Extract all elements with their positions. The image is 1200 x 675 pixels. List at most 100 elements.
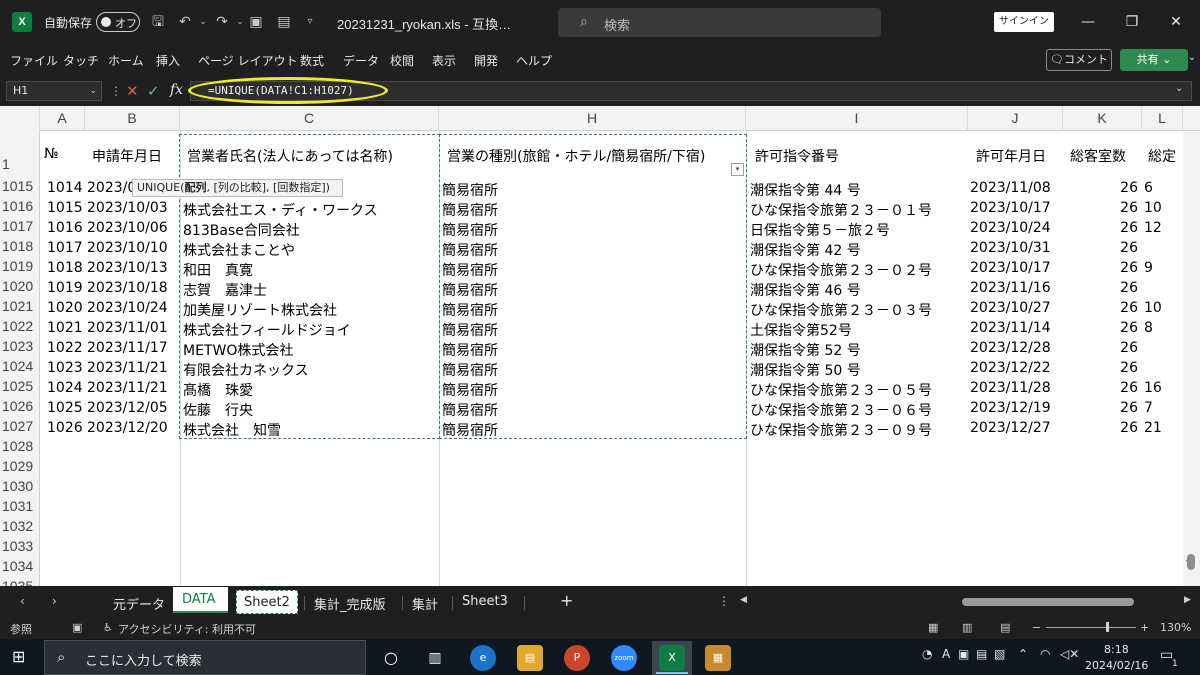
row-header[interactable]: 1032 (0, 518, 40, 534)
cell-application-date[interactable]: 2023/10/10 (87, 240, 168, 256)
close-icon[interactable]: ✕ (1164, 10, 1188, 34)
undo-icon[interactable]: ↶ (175, 12, 195, 32)
cell-permit-date[interactable]: 2023/10/27 (970, 300, 1051, 316)
cell-total-rooms[interactable]: 26 (1100, 260, 1138, 276)
cell-permit-number[interactable]: 潮保指令第 52 号 (750, 340, 861, 360)
cell-application-date[interactable]: 2023/11/21 (87, 380, 168, 396)
tab-review[interactable]: 校閲 (390, 52, 414, 69)
next-sheet-icon[interactable]: › (52, 594, 57, 608)
select-all-corner[interactable] (0, 106, 40, 131)
horizontal-scroll-thumb[interactable] (962, 598, 1134, 606)
cell-operator-name[interactable]: METWO株式会社 (183, 340, 293, 360)
cell-application-date[interactable]: 2023/0 (87, 180, 136, 196)
cell-permit-number[interactable]: ひな保指令旅第２３－０２号 (750, 260, 932, 280)
cell-permit-number[interactable]: ひな保指令旅第２３－０５号 (750, 380, 932, 400)
undo-dropdown-icon[interactable]: ⌄ (193, 12, 213, 32)
zoom-out-icon[interactable]: − (1032, 621, 1041, 634)
cell-total-rooms[interactable]: 26 (1100, 240, 1138, 256)
signin-button[interactable]: サインイン (994, 12, 1054, 32)
cell-operator-name[interactable]: 和田 真寛 (183, 260, 253, 280)
cell-no[interactable]: 1025 (47, 400, 83, 416)
row-header[interactable]: 1023 (0, 338, 40, 354)
format-painter-icon[interactable]: ▤ (274, 12, 294, 32)
row-header[interactable]: 1035 (0, 578, 40, 586)
row-header-1[interactable]: 1 (0, 156, 40, 172)
page-layout-view-icon[interactable]: ▥ (962, 621, 972, 634)
sheet-tab-summary-final[interactable]: 集計_完成版 (314, 594, 386, 613)
cell-business-type[interactable]: 簡易宿所 (442, 220, 498, 240)
cell-permit-number[interactable]: 潮保指令第 46 号 (750, 280, 861, 300)
cell-total-rooms[interactable]: 26 (1100, 340, 1138, 356)
row-header[interactable]: 1016 (0, 198, 40, 214)
cell-operator-name[interactable]: 有限会社カネックス (183, 360, 309, 380)
ribbon-collapse-icon[interactable]: ⌄ (1180, 46, 1200, 70)
enter-icon[interactable]: ✓ (147, 82, 160, 100)
column-header-h[interactable]: H (439, 106, 746, 131)
cell-business-type[interactable]: 簡易宿所 (442, 360, 498, 380)
tab-insert[interactable]: 挿入 (156, 52, 180, 69)
more-options-icon[interactable]: ⋮ (110, 84, 122, 98)
row-header[interactable]: 1019 (0, 258, 40, 274)
cell-total-rooms[interactable]: 26 (1100, 220, 1138, 236)
sheet-tab-data[interactable]: DATA (173, 587, 228, 613)
cell-total-rooms[interactable]: 26 (1100, 400, 1138, 416)
cell-permit-date[interactable]: 2023/12/27 (970, 420, 1051, 436)
sheet-tab-sheet2[interactable]: Sheet2 (236, 590, 298, 614)
edge-icon[interactable]: e (470, 645, 496, 671)
header-permit-date[interactable]: 許可年月日 (976, 146, 1046, 166)
app-icon[interactable]: ▦ (705, 645, 731, 671)
cell-total-capacity[interactable]: 10 (1144, 200, 1162, 216)
header-total-capacity[interactable]: 総定 (1148, 146, 1176, 166)
column-header-j[interactable]: J (968, 106, 1063, 131)
tab-view[interactable]: 表示 (432, 52, 456, 69)
insert-function-icon[interactable]: fx (170, 82, 183, 98)
row-header[interactable]: 1028 (0, 438, 40, 454)
scroll-left-icon[interactable]: ◀ (740, 595, 747, 605)
cell-permit-number[interactable]: 日保指令第５－旅２号 (750, 220, 890, 240)
cell-no[interactable]: 1022 (47, 340, 83, 356)
cell-total-rooms[interactable]: 26 (1100, 300, 1138, 316)
speaker-icon[interactable]: ◁✕ (1060, 647, 1079, 661)
tray-font-icon[interactable]: A (942, 647, 950, 661)
autosave-toggle[interactable]: オフ (96, 12, 140, 32)
page-break-view-icon[interactable]: ▤ (1000, 621, 1010, 634)
accessibility-status[interactable]: アクセシビリティ: 利用不可 (118, 621, 256, 637)
cell-permit-number[interactable]: ひな保指令旅第２３－０９号 (750, 420, 932, 440)
cell-application-date[interactable]: 2023/11/01 (87, 320, 168, 336)
cell-business-type[interactable]: 簡易宿所 (442, 380, 498, 400)
cell-permit-date[interactable]: 2023/10/24 (970, 220, 1051, 236)
cell-operator-name[interactable]: 株式会社まことや (183, 240, 295, 260)
cell-permit-number[interactable]: 潮保指令第 42 号 (750, 240, 861, 260)
cell-permit-date[interactable]: 2023/10/31 (970, 240, 1051, 256)
cell-business-type[interactable]: 簡易宿所 (442, 240, 498, 260)
cell-no[interactable]: 1019 (47, 280, 83, 296)
prev-sheet-icon[interactable]: ‹ (20, 594, 25, 608)
cell-operator-name[interactable]: 髙橋 珠愛 (183, 380, 253, 400)
cell-permit-number[interactable]: 潮保指令第 50 号 (750, 360, 861, 380)
cell-application-date[interactable]: 2023/12/05 (87, 400, 168, 416)
row-header[interactable]: 1033 (0, 538, 40, 554)
cell-operator-name[interactable]: 加美屋リゾート株式会社 (183, 300, 337, 320)
cell-no[interactable]: 1014 (47, 180, 83, 196)
cell-permit-date[interactable]: 2023/11/28 (970, 380, 1051, 396)
zoom-slider[interactable] (1046, 627, 1136, 628)
name-box[interactable]: H1 ⌄ (6, 81, 102, 101)
cell-total-capacity[interactable]: 7 (1144, 400, 1153, 416)
row-header[interactable]: 1031 (0, 498, 40, 514)
cell-no[interactable]: 1016 (47, 220, 83, 236)
cell-permit-date[interactable]: 2023/11/08 (970, 180, 1051, 196)
cell-total-capacity[interactable]: 9 (1144, 260, 1153, 276)
cell-total-capacity[interactable]: 21 (1144, 420, 1162, 436)
tab-touch[interactable]: タッチ (63, 52, 99, 69)
vertical-scroll-thumb[interactable] (1187, 554, 1195, 570)
cell-application-date[interactable]: 2023/10/03 (87, 200, 168, 216)
cell-total-capacity[interactable]: 16 (1144, 380, 1162, 396)
cell-total-capacity[interactable]: 12 (1144, 220, 1162, 236)
cell-permit-number[interactable]: 土保指令第52号 (750, 320, 852, 340)
header-application-date[interactable]: 申請年月日 (92, 146, 162, 166)
cell-business-type[interactable]: 簡易宿所 (442, 280, 498, 300)
tab-developer[interactable]: 開発 (474, 52, 498, 69)
cell-no[interactable]: 1026 (47, 420, 83, 436)
cell-no[interactable]: 1024 (47, 380, 83, 396)
row-header[interactable]: 1018 (0, 238, 40, 254)
